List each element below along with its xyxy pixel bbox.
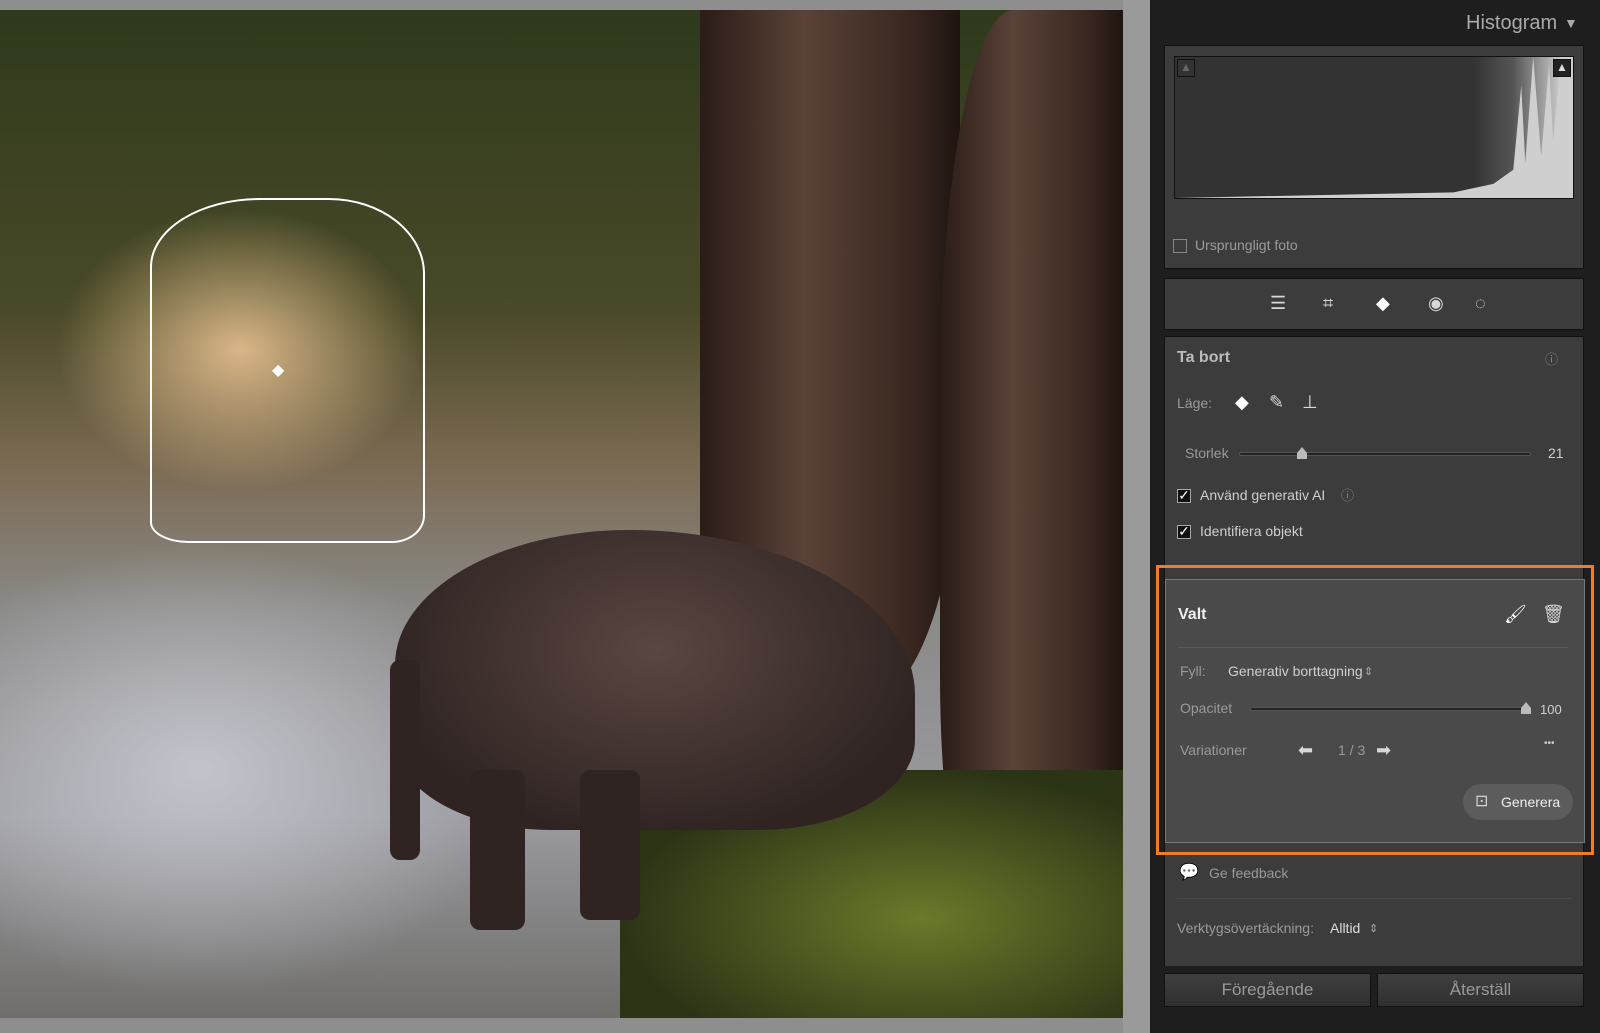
heal-icon[interactable]: ✎ (1269, 392, 1284, 412)
remove-section: Ta bort ⓘ Läge: ◆ ✎ ⊥ Storlek 21 ✓ Använ… (1156, 336, 1594, 966)
edit-sliders-icon[interactable]: ☰ (1270, 293, 1286, 313)
elephant-leg (390, 660, 420, 860)
brush-icon[interactable]: 🖌 (1504, 604, 1527, 624)
opacity-label: Opacitet (1180, 700, 1233, 716)
mode-label: Läge: (1177, 395, 1213, 411)
detect-objects-label: Identifiera objekt (1200, 523, 1303, 539)
selected-section: Valt 🖌 🗑 Fyll: Generativ borttagning ⇕ O… (1165, 579, 1585, 843)
red-eye-icon[interactable]: ◉ (1428, 293, 1444, 313)
remove-title: Ta bort (1177, 349, 1231, 366)
use-gen-ai-checkbox[interactable]: ✓ (1177, 488, 1191, 503)
dropdown-arrows-icon[interactable]: ⇕ (1369, 919, 1378, 939)
next-variation-arrow-icon[interactable]: ➡ (1376, 740, 1391, 760)
size-slider-thumb[interactable] (1297, 447, 1307, 459)
highlight-clipping-icon[interactable]: ▲ (1553, 59, 1571, 77)
feedback-icon[interactable]: 💬 (1179, 863, 1199, 883)
trash-icon[interactable]: 🗑 (1542, 604, 1565, 624)
variations-value: 1 / 3 (1338, 742, 1366, 758)
elephant-leg (580, 770, 640, 920)
previous-variation-arrow-icon[interactable]: ⬅ (1298, 740, 1313, 760)
tool-overlay-dropdown[interactable]: Alltid (1330, 920, 1360, 936)
divider (1123, 0, 1150, 1033)
generate-button[interactable]: ⊡ Generera (1463, 784, 1573, 820)
masking-icon[interactable]: ◌ (1475, 293, 1486, 313)
fill-label: Fyll: (1180, 663, 1206, 679)
reset-button[interactable]: Återställ (1377, 973, 1584, 1007)
elephant-leg (470, 770, 525, 930)
eraser-cursor-icon: ◆ (272, 362, 285, 379)
size-slider[interactable] (1239, 452, 1531, 456)
histogram-section: ▲ ▲ Ursprungligt foto (1164, 45, 1584, 269)
remove-eraser-icon[interactable]: ◆ (1376, 293, 1390, 313)
histogram-chart: ▲ ▲ (1174, 56, 1574, 199)
tool-overlay-label: Verktygsövertäckning: (1177, 920, 1314, 936)
opacity-slider[interactable] (1250, 707, 1528, 711)
photo-canvas[interactable]: ◆ (0, 10, 1123, 1018)
original-photo-label: Ursprungligt foto (1195, 237, 1298, 253)
help-icon[interactable]: ⓘ (1545, 350, 1558, 370)
fill-dropdown[interactable]: Generativ borttagning (1228, 663, 1363, 679)
right-panel: Histogram ▼ ▲ ▲ Ursprungligt foto ☰ ⌗ ◆ … (1150, 0, 1600, 1033)
selected-title: Valt (1178, 606, 1207, 623)
original-photo-checkbox[interactable] (1173, 239, 1187, 253)
opacity-slider-thumb[interactable] (1521, 702, 1531, 714)
previous-button[interactable]: Föregående (1164, 973, 1371, 1007)
histogram-title[interactable]: Histogram (1466, 12, 1557, 35)
tool-strip: ☰ ⌗ ◆ ◉ ◌ (1164, 278, 1584, 330)
opacity-value: 100 (1540, 702, 1562, 717)
use-gen-ai-label: Använd generativ AI (1200, 487, 1326, 503)
generate-label: Generera (1501, 794, 1561, 810)
collapse-triangle-icon[interactable]: ▼ (1564, 13, 1578, 33)
more-options-button[interactable]: ••• (1544, 738, 1555, 749)
crop-icon[interactable]: ⌗ (1323, 293, 1333, 313)
info-icon[interactable]: ⓘ (1341, 486, 1354, 506)
eraser-icon[interactable]: ◆ (1235, 392, 1249, 412)
variations-label: Variationer (1180, 742, 1247, 758)
clone-stamp-icon[interactable]: ⊥ (1302, 392, 1318, 412)
shadow-clipping-icon[interactable]: ▲ (1177, 59, 1195, 77)
feedback-link[interactable]: Ge feedback (1209, 865, 1288, 881)
size-value: 21 (1548, 445, 1564, 461)
size-label: Storlek (1185, 445, 1229, 461)
detect-objects-checkbox[interactable]: ✓ (1177, 524, 1191, 539)
generate-icon: ⊡ (1475, 793, 1489, 810)
dropdown-arrows-icon[interactable]: ⇕ (1364, 662, 1373, 682)
